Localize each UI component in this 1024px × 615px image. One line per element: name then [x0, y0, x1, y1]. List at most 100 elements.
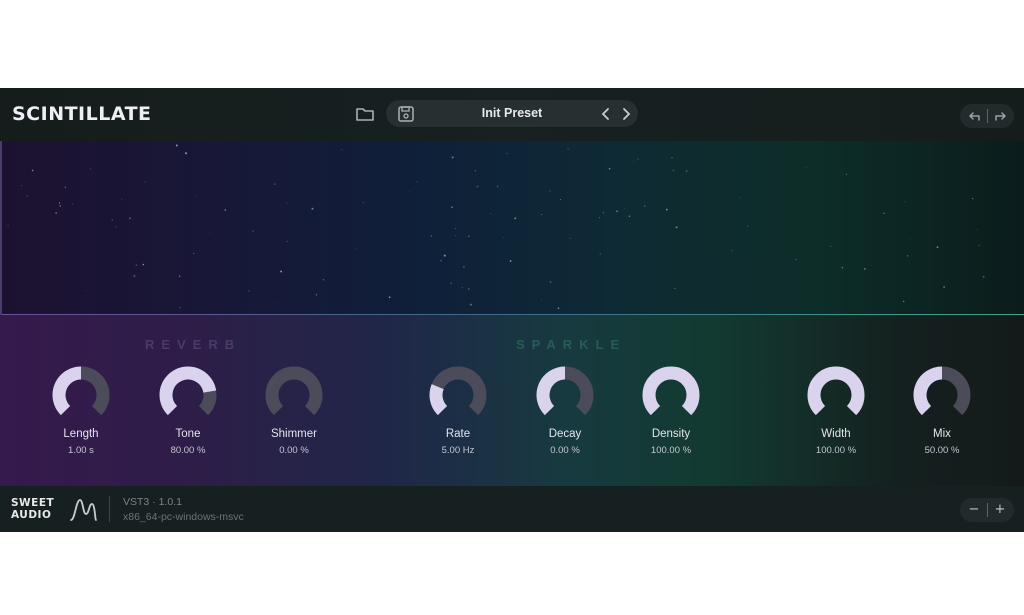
star	[144, 181, 147, 183]
star	[739, 197, 741, 199]
knob-label: Width	[821, 428, 851, 440]
knob-label: Density	[651, 428, 691, 440]
star	[845, 173, 848, 175]
knob-dial[interactable]	[535, 365, 595, 425]
knob-label: Decay	[548, 428, 582, 440]
star	[128, 217, 132, 220]
star	[356, 248, 357, 250]
knob-value-arc	[807, 366, 865, 416]
star	[976, 229, 978, 231]
zoom-control: − +	[960, 498, 1014, 522]
star	[904, 201, 906, 203]
knob-tone[interactable]: Tone 80.00 %	[158, 365, 218, 475]
star	[549, 190, 551, 192]
knob-length[interactable]: Length 1.00 s	[51, 365, 111, 475]
star	[362, 202, 364, 204]
knob-mix[interactable]: Mix 50.00 %	[912, 365, 972, 475]
star	[674, 287, 676, 290]
star	[549, 281, 552, 284]
starfield	[7, 144, 985, 310]
star	[224, 209, 227, 211]
star	[209, 231, 211, 233]
knob-dial[interactable]	[51, 365, 111, 425]
star	[440, 259, 442, 262]
knob-value: 1.00 s	[68, 445, 94, 456]
star	[829, 245, 832, 248]
star	[936, 246, 939, 249]
knob-value: 5.00 Hz	[441, 445, 475, 456]
zoom-in-button[interactable]: +	[991, 501, 1009, 519]
star	[286, 241, 288, 243]
knob-dial[interactable]	[428, 365, 488, 425]
star	[982, 275, 985, 278]
knob-width[interactable]: Width 100.00 %	[806, 365, 866, 475]
star	[608, 167, 611, 170]
knob-decay[interactable]: Decay 0.00 %	[535, 365, 595, 475]
divider	[109, 496, 110, 522]
knob-density[interactable]: Density 100.00 %	[641, 365, 701, 475]
star	[451, 206, 453, 208]
knob-rate[interactable]: Rate 5.00 Hz	[428, 365, 488, 475]
star	[121, 198, 123, 200]
zoom-out-button[interactable]: −	[965, 501, 983, 519]
chevron-right-icon[interactable]	[619, 106, 633, 122]
platform-label: x86_64-pc-windows-msvc	[123, 511, 244, 523]
star	[55, 212, 57, 214]
format-version: VST3 · 1.0.1	[123, 496, 182, 508]
star	[195, 194, 197, 196]
header-bar: SCINTILLATE Init Preset	[0, 88, 1024, 141]
folder-icon[interactable]	[354, 103, 376, 125]
plugin-window: SCINTILLATE Init Preset REVERB SPARKLE L…	[0, 88, 1024, 532]
knob-dial[interactable]	[264, 365, 324, 425]
knob-value: 100.00 %	[815, 445, 857, 456]
knob-shimmer[interactable]: Shimmer 0.00 %	[264, 365, 324, 475]
star	[978, 244, 980, 247]
knob-label: Rate	[445, 428, 471, 440]
preset-selector[interactable]: Init Preset	[386, 100, 638, 127]
undo-icon[interactable]	[966, 108, 984, 124]
star	[280, 270, 283, 273]
star	[599, 217, 601, 219]
star	[322, 279, 325, 281]
star	[903, 300, 905, 303]
controls-panel: REVERB SPARKLE Length 1.00 s Tone 80.00 …	[0, 315, 1024, 486]
knob-value: 50.00 %	[924, 445, 960, 456]
star	[599, 253, 601, 255]
star	[864, 268, 866, 270]
star	[184, 152, 188, 155]
star	[883, 212, 885, 214]
knob-label: Shimmer	[270, 428, 317, 440]
star	[506, 153, 508, 155]
star	[818, 212, 820, 214]
knob-dial[interactable]	[158, 365, 218, 425]
divider	[987, 109, 988, 123]
star	[85, 289, 87, 291]
star	[907, 255, 909, 257]
undo-redo-group	[960, 104, 1014, 128]
star	[972, 197, 974, 200]
star	[567, 148, 569, 150]
knob-dial[interactable]	[641, 365, 701, 425]
star	[72, 203, 74, 205]
star	[509, 260, 512, 262]
chevron-left-icon[interactable]	[599, 106, 613, 122]
star	[490, 213, 492, 214]
knob-dial[interactable]	[806, 365, 866, 425]
star	[540, 300, 542, 302]
star	[616, 210, 618, 213]
star	[468, 288, 470, 290]
star	[311, 207, 314, 210]
star	[841, 266, 844, 269]
star	[463, 266, 465, 268]
knob-value-arc	[536, 366, 566, 416]
knob-label: Length	[63, 428, 99, 440]
redo-icon[interactable]	[991, 108, 1009, 124]
star	[910, 238, 912, 240]
star	[795, 258, 797, 260]
star	[178, 275, 181, 278]
star	[59, 205, 61, 207]
star	[286, 202, 288, 204]
star	[26, 195, 29, 197]
knob-dial[interactable]	[912, 365, 972, 425]
star	[175, 144, 178, 147]
